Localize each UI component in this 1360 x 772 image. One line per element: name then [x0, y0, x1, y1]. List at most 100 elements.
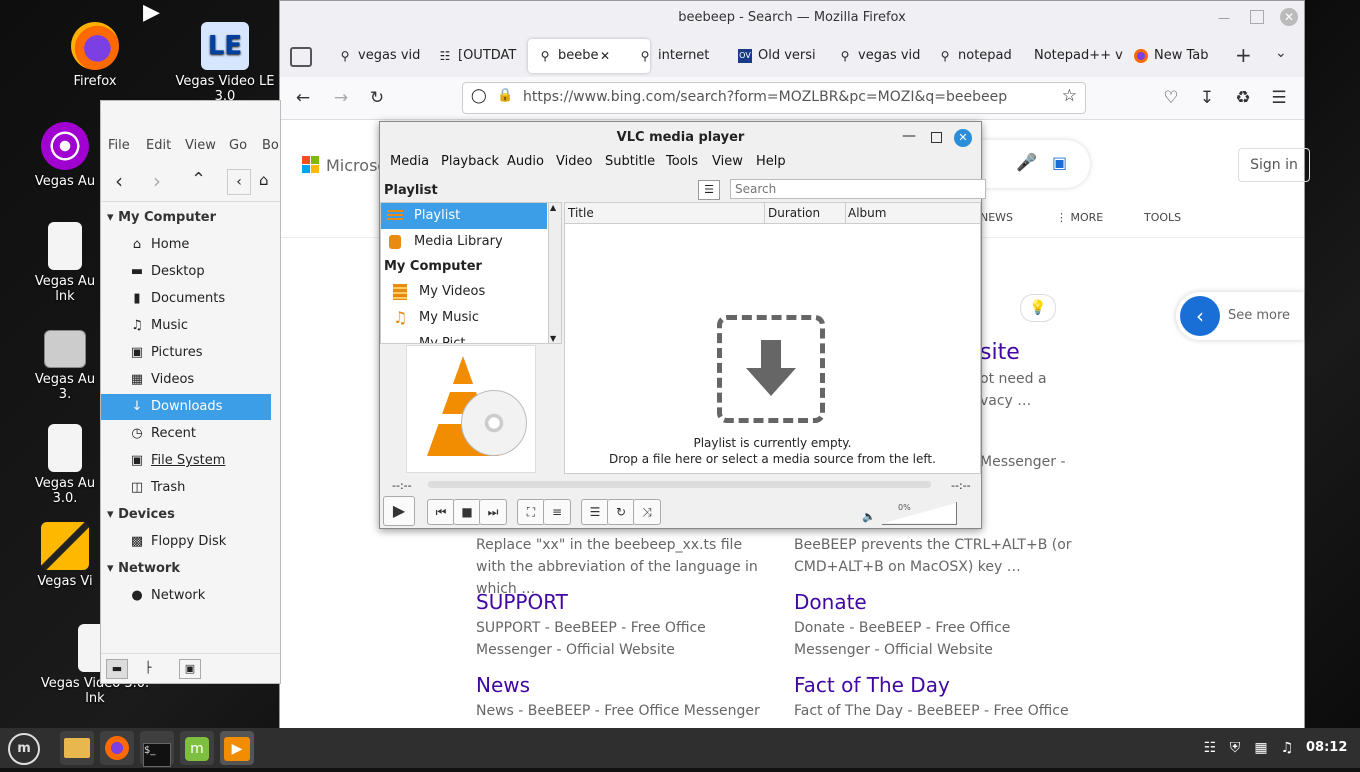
scroll-down-icon[interactable]: ▼ — [550, 334, 556, 343]
desktop-icon-vegas-au-30[interactable]: Vegas Au 3.0. — [30, 424, 100, 506]
sidebar-item-network[interactable]: ● Network — [101, 583, 271, 609]
url-bar[interactable]: ◯ 🔒 https://www.bing.com/search?form=MOZ… — [462, 82, 1086, 114]
menu-bookmarks[interactable]: Bo — [262, 138, 279, 153]
menu-media[interactable]: Media — [390, 154, 429, 169]
menu-audio[interactable]: Audio — [507, 154, 544, 169]
menu-video[interactable]: Video — [556, 154, 592, 169]
back-icon[interactable]: ‹ — [115, 169, 123, 193]
side-item-my-music[interactable]: ♫ My Music — [381, 305, 547, 331]
taskbar-terminal[interactable]: $_ — [140, 731, 174, 767]
tab-close-icon[interactable]: ✕ — [600, 39, 610, 73]
shuffle-button[interactable]: ⤨ — [633, 499, 661, 525]
list-tabs-icon[interactable]: ⌄ — [1275, 45, 1287, 61]
places-view-icon[interactable]: ▬ — [106, 659, 128, 679]
menu-subtitle[interactable]: Subtitle — [605, 154, 655, 169]
menu-tools[interactable]: Tools — [666, 154, 698, 169]
taskbar-vlc[interactable]: ▶ — [220, 731, 254, 765]
menu-edit[interactable]: Edit — [146, 138, 171, 153]
section-my-computer[interactable]: ▾ My Computer — [107, 205, 216, 231]
side-item-my-pictures[interactable]: My Pict — [381, 331, 547, 343]
column-album[interactable]: Album — [848, 206, 886, 220]
sidebar-item-music[interactable]: ♫ Music — [101, 313, 271, 339]
extensions-icon[interactable]: ♻ — [1232, 87, 1254, 109]
result-title-fact-of-the-day[interactable]: Fact of The Day — [794, 673, 950, 697]
play-button[interactable]: ▶ — [383, 496, 415, 526]
taskbar-firefox[interactable] — [100, 731, 134, 765]
tree-view-icon[interactable]: ├ — [138, 659, 158, 677]
side-item-media-library[interactable]: Media Library — [381, 229, 547, 255]
menu-help[interactable]: Help — [756, 154, 786, 169]
result-title-partial[interactable]: site — [980, 340, 1020, 365]
taskbar-mintinstall[interactable]: m — [180, 731, 214, 765]
toggle-sidebar-icon[interactable]: ▣ — [179, 659, 201, 679]
tab-tools[interactable]: TOOLS — [1144, 211, 1181, 224]
side-item-my-videos[interactable]: My Videos — [381, 279, 547, 305]
result-title-donate[interactable]: Donate — [794, 590, 867, 614]
tab-notepadpp[interactable]: Notepad++ v — [1024, 39, 1124, 73]
sidebar-item-desktop[interactable]: ▬ Desktop — [101, 259, 271, 285]
home-icon[interactable]: ⌂ — [259, 171, 269, 189]
sidebar-item-videos[interactable]: ▦ Videos — [101, 367, 271, 393]
desktop-icon-vegas-au-3[interactable]: Vegas Au 3. — [30, 330, 100, 402]
microphone-icon[interactable]: 🎤 — [1016, 153, 1037, 173]
menu-file[interactable]: File — [108, 138, 130, 153]
sidebar-item-floppy-disk[interactable]: ▩ Floppy Disk — [101, 529, 271, 555]
sidebar-item-trash[interactable]: ◫ Trash — [101, 475, 271, 501]
tab-news[interactable]: NEWS — [980, 211, 1013, 224]
menu-go[interactable]: Go — [229, 138, 247, 153]
previous-location-icon[interactable]: ‹ — [227, 169, 251, 195]
previous-button[interactable]: ⏮ — [427, 499, 455, 525]
sidebar-item-recent[interactable]: ◷ Recent — [101, 421, 271, 447]
network-icon[interactable]: ▦ — [1251, 738, 1271, 758]
lock-icon[interactable]: 🔒 — [497, 88, 513, 103]
column-duration[interactable]: Duration — [768, 206, 820, 220]
sidebar-item-documents[interactable]: ▮ Documents — [101, 286, 271, 312]
visual-search-icon[interactable]: ▣ — [1052, 153, 1067, 172]
sign-in-button[interactable]: Sign in — [1238, 148, 1310, 182]
forward-button[interactable]: → — [330, 87, 352, 109]
result-title-support[interactable]: SUPPORT — [476, 590, 568, 614]
close-icon[interactable]: ✕ — [954, 129, 972, 147]
menu-icon[interactable]: ☰ — [1268, 87, 1290, 109]
maximize-icon[interactable] — [1250, 10, 1264, 24]
sidebar-item-home[interactable]: ⌂ Home — [101, 232, 271, 258]
clock[interactable]: 08:12 — [1306, 740, 1347, 755]
toggle-playlist-button[interactable]: ☰ — [581, 499, 609, 525]
reload-button[interactable]: ↻ — [366, 87, 388, 109]
scroll-up-icon[interactable]: ▲ — [550, 203, 556, 212]
menu-view[interactable]: View — [712, 154, 743, 169]
shield-icon[interactable]: ◯ — [471, 88, 487, 104]
section-network[interactable]: ▾ Network — [107, 556, 180, 582]
desktop-icon-firefox[interactable]: Firefox — [40, 22, 150, 89]
shield-icon[interactable]: ⛨ — [1225, 738, 1245, 758]
lightbulb-icon[interactable]: 💡 — [1020, 294, 1056, 322]
loop-button[interactable]: ↻ — [607, 499, 635, 525]
see-more-button[interactable]: ‹ See more — [1176, 292, 1304, 340]
close-icon[interactable]: ✕ — [1280, 8, 1298, 26]
desktop-icon-vegas-au-lnk[interactable]: Vegas Au lnk — [30, 222, 100, 304]
menu-view[interactable]: View — [185, 138, 216, 153]
sidebar-scrollbar[interactable]: ▲ ▼ — [548, 202, 562, 344]
fullscreen-button[interactable]: ⛶ — [517, 499, 545, 525]
tab-new-tab[interactable]: New Tab — [1124, 39, 1252, 73]
url-text[interactable]: https://www.bing.com/search?form=MOZLBR&… — [523, 89, 1007, 105]
menu-playback[interactable]: Playback — [441, 154, 499, 169]
sidebar-item-file-system[interactable]: ▣ File System — [101, 448, 271, 474]
playlist-view-icon[interactable]: ☰ — [698, 180, 720, 200]
result-title-news[interactable]: News — [476, 673, 530, 697]
mint-menu-icon[interactable]: m — [8, 733, 40, 765]
bookmark-star-icon[interactable]: ☆ — [1062, 86, 1077, 106]
downloads-icon[interactable]: ↧ — [1196, 87, 1218, 109]
desktop-icon-vegas-le[interactable]: LE Vegas Video LE 3.0 — [170, 22, 280, 104]
volume-mute-icon[interactable]: 🔈 — [862, 510, 876, 523]
back-button[interactable]: ← — [292, 87, 314, 109]
side-item-playlist[interactable]: Playlist — [381, 203, 547, 229]
next-button[interactable]: ⏭ — [479, 499, 507, 525]
forward-icon[interactable]: › — [153, 169, 161, 193]
stop-button[interactable]: ■ — [453, 499, 481, 525]
seek-bar[interactable] — [428, 481, 931, 488]
up-icon[interactable]: ⌃ — [191, 169, 206, 190]
volume-icon[interactable]: ♫ — [1277, 738, 1297, 758]
tab-more[interactable]: ⋮ MORE — [1056, 211, 1103, 224]
column-title[interactable]: Title — [568, 206, 594, 220]
